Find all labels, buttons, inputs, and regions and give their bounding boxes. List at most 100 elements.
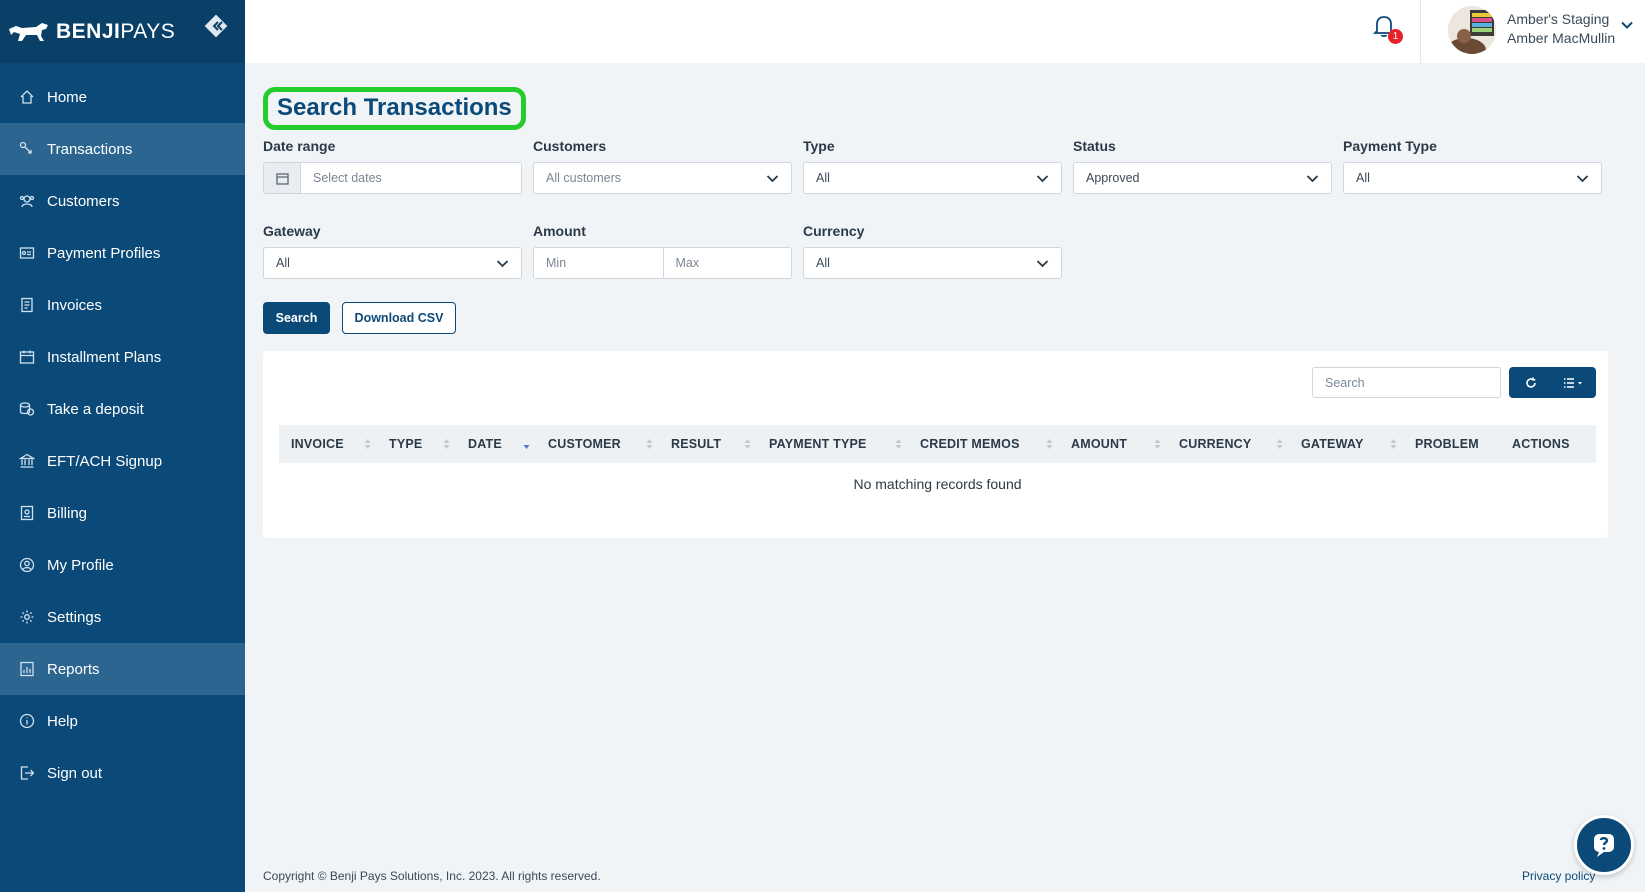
amount-max-input[interactable] xyxy=(662,248,791,278)
customers-field: Customers All customers xyxy=(533,138,792,194)
sidebar-item-take-a-deposit[interactable]: Take a deposit xyxy=(0,383,245,435)
column-header-invoice[interactable]: INVOICE xyxy=(279,425,377,463)
column-header-date[interactable]: DATE xyxy=(456,425,536,463)
sidebar-item-settings[interactable]: Settings xyxy=(0,591,245,643)
bank-icon xyxy=(19,453,35,469)
sort-icon xyxy=(1154,439,1161,449)
calendar-icon xyxy=(19,349,35,365)
sidebar-item-home[interactable]: Home xyxy=(0,71,245,123)
notifications-button[interactable]: 1 xyxy=(1372,14,1403,44)
dog-logo-icon xyxy=(9,22,48,41)
download-csv-button[interactable]: Download CSV xyxy=(342,302,456,334)
refresh-button[interactable] xyxy=(1509,367,1553,398)
column-header-result[interactable]: RESULT xyxy=(659,425,757,463)
brand-logo[interactable]: BENJIPAYS xyxy=(0,0,245,63)
invoices-icon xyxy=(19,297,35,313)
transactions-table-card: INVOICE TYPE DATE CUSTOMER RESULT PAYMEN… xyxy=(263,351,1608,538)
column-header-label: CREDIT MEMOS xyxy=(920,437,1020,451)
column-header-label: GATEWAY xyxy=(1301,437,1364,451)
sidebar-item-payment-profiles[interactable]: Payment Profiles xyxy=(0,227,245,279)
status-field: Status Approved xyxy=(1073,138,1332,194)
column-header-problem: PROBLEM xyxy=(1403,425,1500,463)
column-header-label: AMOUNT xyxy=(1071,437,1128,451)
column-header-customer[interactable]: CUSTOMER xyxy=(536,425,659,463)
chevron-down-icon xyxy=(766,174,779,182)
user-name: Amber MacMullin xyxy=(1507,30,1616,46)
gear-icon xyxy=(19,609,35,625)
date-range-picker[interactable] xyxy=(263,162,522,194)
sort-icon xyxy=(646,439,653,449)
avatar[interactable] xyxy=(1448,6,1496,54)
column-header-label: CURRENCY xyxy=(1179,437,1252,451)
table-header: INVOICE TYPE DATE CUSTOMER RESULT PAYMEN… xyxy=(279,425,1596,463)
home-icon xyxy=(19,89,35,105)
sidebar-item-label: Payment Profiles xyxy=(47,244,161,262)
column-header-credit-memos[interactable]: CREDIT MEMOS xyxy=(908,425,1059,463)
sidebar-item-label: Sign out xyxy=(47,764,103,782)
support-chat-button[interactable] xyxy=(1574,815,1634,875)
sidebar-item-label: Invoices xyxy=(47,296,103,314)
type-select-value: All xyxy=(816,171,830,185)
column-header-gateway[interactable]: GATEWAY xyxy=(1289,425,1403,463)
privacy-policy-link[interactable]: Privacy policy xyxy=(1522,869,1595,883)
date-range-input[interactable] xyxy=(301,163,521,193)
gateway-label: Gateway xyxy=(263,223,321,239)
payment-type-select[interactable]: All xyxy=(1343,162,1602,194)
column-header-payment-type[interactable]: PAYMENT TYPE xyxy=(757,425,908,463)
column-header-actions: ACTIONS xyxy=(1500,425,1596,463)
payment-profiles-icon xyxy=(19,245,35,261)
collapse-sidebar-icon[interactable] xyxy=(204,14,230,40)
date-range-field: Date range xyxy=(263,138,522,194)
column-header-amount[interactable]: AMOUNT xyxy=(1059,425,1167,463)
footer-copyright: Copyright © Benji Pays Solutions, Inc. 2… xyxy=(263,869,601,883)
sidebar-nav: Home Transactions Customers Payment Prof… xyxy=(0,63,245,799)
sidebar-item-reports[interactable]: Reports xyxy=(0,643,245,695)
payment-type-field: Payment Type All xyxy=(1343,138,1602,194)
sort-descending-icon xyxy=(523,445,530,449)
columns-toggle-button[interactable] xyxy=(1553,367,1597,398)
customers-select[interactable]: All customers xyxy=(533,162,792,194)
status-select[interactable]: Approved xyxy=(1073,162,1332,194)
column-header-label: INVOICE xyxy=(291,437,344,451)
currency-select[interactable]: All xyxy=(803,247,1062,279)
gateway-select[interactable]: All xyxy=(263,247,522,279)
sidebar-item-billing[interactable]: Billing xyxy=(0,487,245,539)
column-header-label: TYPE xyxy=(389,437,423,451)
sort-icon xyxy=(364,439,371,449)
sidebar-item-help[interactable]: Help xyxy=(0,695,245,747)
amount-min-input[interactable] xyxy=(534,248,663,278)
calendar-icon[interactable] xyxy=(264,163,301,193)
status-label: Status xyxy=(1073,138,1116,154)
column-header-currency[interactable]: CURRENCY xyxy=(1167,425,1289,463)
billing-icon xyxy=(19,505,35,521)
sidebar-item-eft-ach-signup[interactable]: EFT/ACH Signup xyxy=(0,435,245,487)
sign-out-icon xyxy=(19,765,35,781)
chevron-down-icon xyxy=(1306,174,1319,182)
page-title: Search Transactions xyxy=(277,94,512,121)
main-content: Search Transactions Date range Customers… xyxy=(245,63,1645,892)
column-header-type[interactable]: TYPE xyxy=(377,425,456,463)
sidebar: BENJIPAYS Home Transactions Customers Pa… xyxy=(0,0,245,892)
sidebar-item-sign-out[interactable]: Sign out xyxy=(0,747,245,799)
table-search-input[interactable] xyxy=(1312,367,1501,398)
type-select[interactable]: All xyxy=(803,162,1062,194)
transactions-icon xyxy=(19,141,35,157)
search-button[interactable]: Search xyxy=(263,302,330,334)
sidebar-item-my-profile[interactable]: My Profile xyxy=(0,539,245,591)
sidebar-item-transactions[interactable]: Transactions xyxy=(0,123,245,175)
sidebar-item-installment-plans[interactable]: Installment Plans xyxy=(0,331,245,383)
sidebar-item-label: Home xyxy=(47,88,88,106)
sidebar-item-label: Billing xyxy=(47,504,88,522)
sidebar-item-invoices[interactable]: Invoices xyxy=(0,279,245,331)
account-switcher[interactable]: Amber's Staging Amber MacMullin xyxy=(1507,10,1615,48)
payment-type-label: Payment Type xyxy=(1343,138,1437,154)
sidebar-item-label: Installment Plans xyxy=(47,348,162,366)
column-header-label: PAYMENT TYPE xyxy=(769,437,867,451)
reports-icon xyxy=(19,661,35,677)
gateway-select-value: All xyxy=(276,256,290,270)
chevron-down-icon[interactable] xyxy=(1620,18,1634,32)
sidebar-item-label: Take a deposit xyxy=(47,400,144,418)
sidebar-item-label: My Profile xyxy=(47,556,114,574)
column-header-label: RESULT xyxy=(671,437,722,451)
sidebar-item-customers[interactable]: Customers xyxy=(0,175,245,227)
